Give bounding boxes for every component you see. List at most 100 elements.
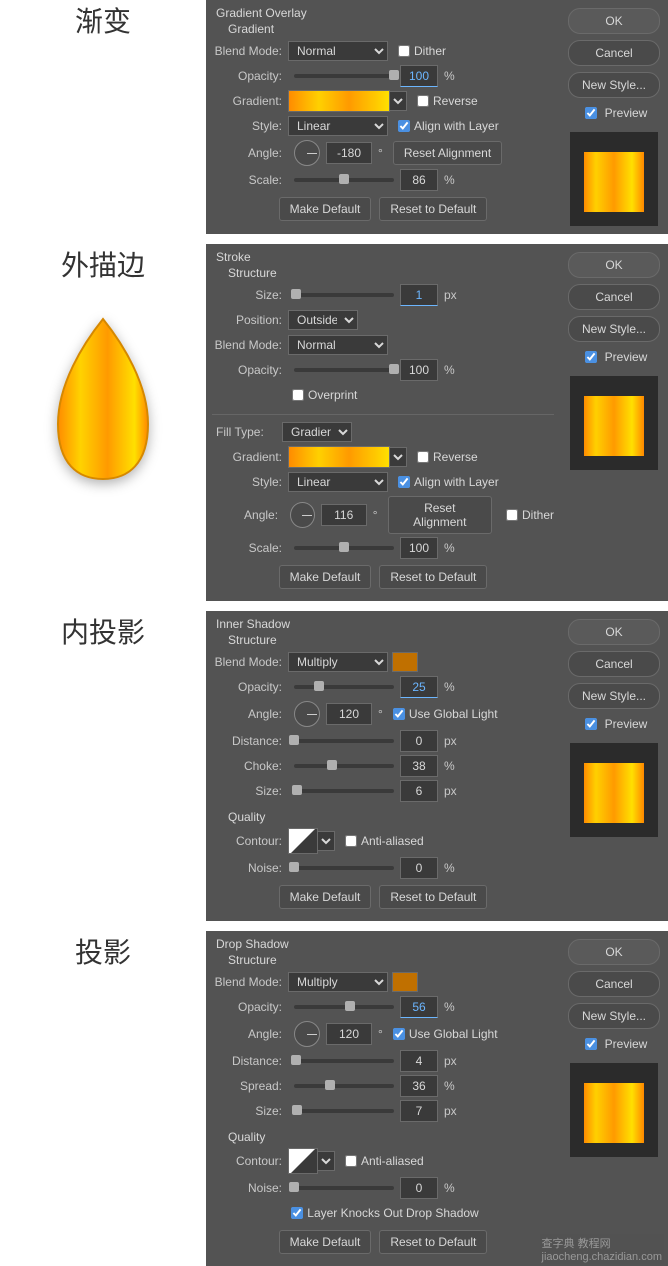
checkbox-reverse[interactable] [417,95,429,107]
slider-opacity[interactable] [294,368,394,372]
button-cancel[interactable]: Cancel [568,40,660,66]
button-new-style[interactable]: New Style... [568,316,660,342]
slider-noise[interactable] [294,866,394,870]
checkbox-dither[interactable] [398,45,410,57]
input-spread[interactable] [400,1075,438,1097]
checkbox-preview[interactable] [585,1038,597,1050]
contour-dropdown[interactable] [317,831,335,851]
angle-dial[interactable] [290,502,315,528]
select-position[interactable]: Outside [288,310,358,330]
button-new-style[interactable]: New Style... [568,1003,660,1029]
button-reset-alignment[interactable]: Reset Alignment [393,141,502,165]
label-size: Size: [212,1104,282,1118]
gradient-swatch[interactable] [288,90,390,112]
slider-opacity[interactable] [294,74,394,78]
input-distance[interactable] [400,730,438,752]
angle-dial[interactable] [294,701,320,727]
angle-dial[interactable] [294,140,320,166]
slider-opacity[interactable] [294,685,394,689]
checkbox-dither[interactable] [506,509,518,521]
preview-bg [570,1063,658,1157]
label-anti-aliased: Anti-aliased [361,1154,424,1168]
input-opacity[interactable] [400,65,438,87]
button-make-default[interactable]: Make Default [279,565,372,589]
checkbox-layer-knocks[interactable] [291,1207,303,1219]
input-angle[interactable] [321,504,367,526]
input-scale[interactable] [400,537,438,559]
gradient-swatch[interactable] [288,446,390,468]
checkbox-preview[interactable] [585,718,597,730]
color-swatch[interactable] [392,652,418,672]
angle-dial[interactable] [294,1021,320,1047]
input-angle[interactable] [326,1023,372,1045]
input-opacity[interactable] [400,996,438,1018]
input-scale[interactable] [400,169,438,191]
slider-size[interactable] [294,789,394,793]
input-distance[interactable] [400,1050,438,1072]
select-blend-mode[interactable]: Multiply [288,652,388,672]
button-ok[interactable]: OK [568,939,660,965]
input-opacity[interactable] [400,359,438,381]
contour-swatch[interactable] [288,828,318,854]
button-cancel[interactable]: Cancel [568,284,660,310]
button-reset-default[interactable]: Reset to Default [379,197,487,221]
button-ok[interactable]: OK [568,252,660,278]
button-cancel[interactable]: Cancel [568,971,660,997]
input-opacity[interactable] [400,676,438,698]
checkbox-anti-aliased[interactable] [345,835,357,847]
checkbox-align-layer[interactable] [398,120,410,132]
checkbox-align-layer[interactable] [398,476,410,488]
checkbox-global-light[interactable] [393,708,405,720]
input-angle[interactable] [326,142,372,164]
checkbox-preview[interactable] [585,107,597,119]
contour-swatch[interactable] [288,1148,318,1174]
checkbox-overprint[interactable] [292,389,304,401]
input-size[interactable] [400,1100,438,1122]
button-reset-default[interactable]: Reset to Default [379,885,487,909]
select-blend-mode[interactable]: Normal [288,335,388,355]
color-swatch[interactable] [392,972,418,992]
checkbox-reverse[interactable] [417,451,429,463]
input-angle[interactable] [326,703,372,725]
button-reset-alignment[interactable]: Reset Alignment [388,496,492,534]
select-style[interactable]: Linear [288,472,388,492]
input-noise[interactable] [400,857,438,879]
button-new-style[interactable]: New Style... [568,683,660,709]
button-make-default[interactable]: Make Default [279,1230,372,1254]
slider-noise[interactable] [294,1186,394,1190]
button-ok[interactable]: OK [568,8,660,34]
button-make-default[interactable]: Make Default [279,197,372,221]
button-reset-default[interactable]: Reset to Default [379,1230,487,1254]
select-blend-mode[interactable]: Normal [288,41,388,61]
slider-distance[interactable] [294,739,394,743]
button-ok[interactable]: OK [568,619,660,645]
checkbox-preview[interactable] [585,351,597,363]
unit-px: px [444,1054,457,1068]
button-new-style[interactable]: New Style... [568,72,660,98]
slider-size[interactable] [294,1109,394,1113]
button-reset-default[interactable]: Reset to Default [379,565,487,589]
slider-size[interactable] [294,293,394,297]
checkbox-anti-aliased[interactable] [345,1155,357,1167]
button-cancel[interactable]: Cancel [568,651,660,677]
slider-distance[interactable] [294,1059,394,1063]
label-angle: Angle: [212,707,282,721]
slider-choke[interactable] [294,764,394,768]
unit-percent: % [444,173,455,187]
slider-opacity[interactable] [294,1005,394,1009]
slider-spread[interactable] [294,1084,394,1088]
slider-scale[interactable] [294,178,394,182]
input-size[interactable] [400,780,438,802]
gradient-dropdown[interactable] [389,91,407,111]
select-style[interactable]: Linear [288,116,388,136]
input-choke[interactable] [400,755,438,777]
input-noise[interactable] [400,1177,438,1199]
gradient-dropdown[interactable] [389,447,407,467]
input-size[interactable] [400,284,438,306]
contour-dropdown[interactable] [317,1151,335,1171]
button-make-default[interactable]: Make Default [279,885,372,909]
slider-scale[interactable] [294,546,394,550]
select-fill-type[interactable]: Gradient [282,422,352,442]
checkbox-global-light[interactable] [393,1028,405,1040]
select-blend-mode[interactable]: Multiply [288,972,388,992]
